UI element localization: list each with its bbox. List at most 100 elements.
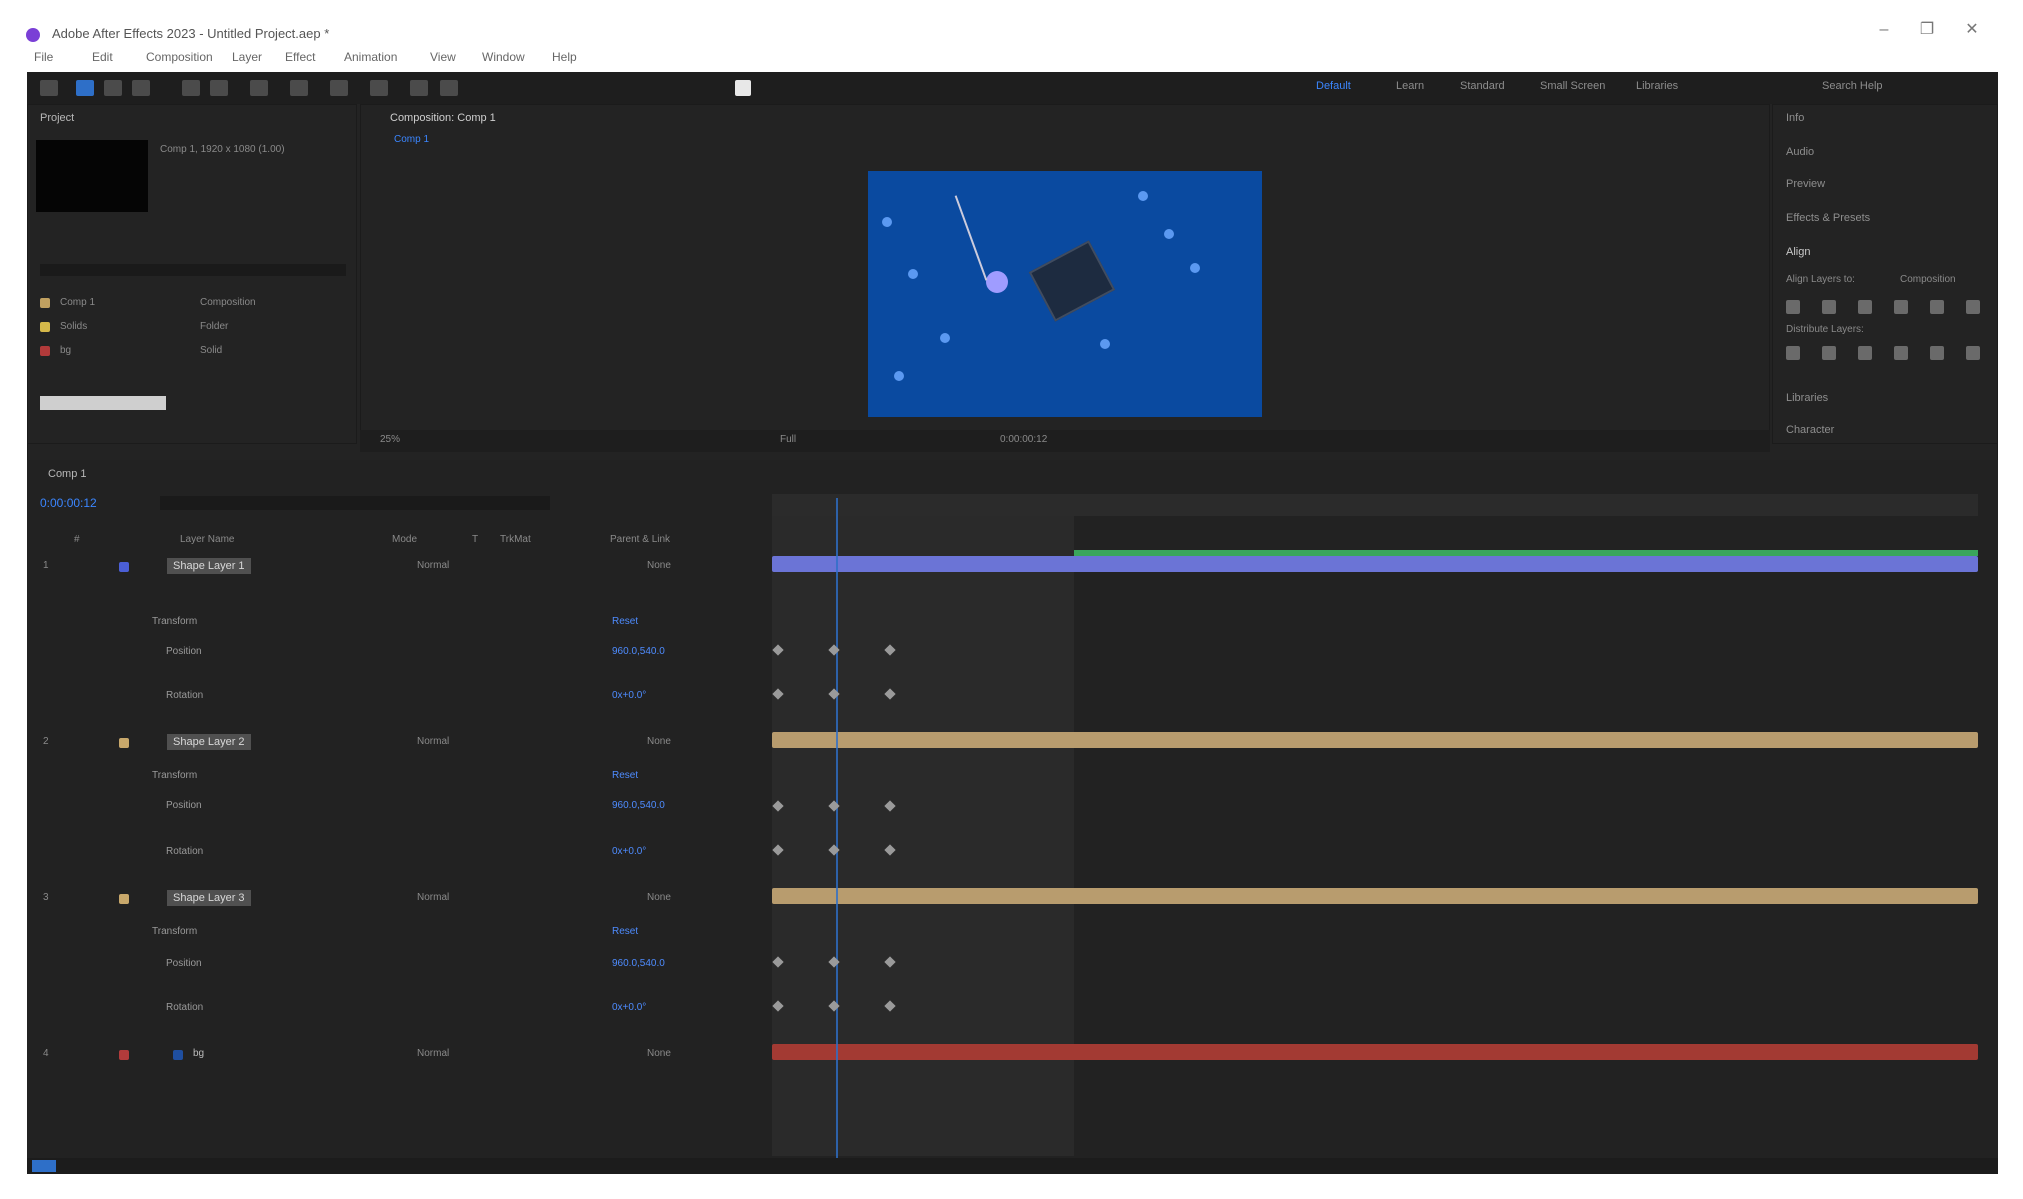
panel-audio[interactable]: Audio — [1786, 146, 1814, 158]
timeline-search-input[interactable] — [160, 496, 550, 510]
tab-composition[interactable]: Composition: Comp 1 — [390, 112, 496, 124]
workspace-libraries[interactable]: Libraries — [1636, 80, 1678, 96]
tab-timeline-comp[interactable]: Comp 1 — [48, 468, 87, 480]
panel-info[interactable]: Info — [1786, 112, 1804, 124]
layer-mode[interactable]: Normal — [417, 560, 449, 571]
workspace-standard[interactable]: Standard — [1460, 80, 1505, 96]
label-color-swatch[interactable] — [119, 738, 129, 748]
layer-name[interactable]: bg — [193, 1048, 204, 1059]
layer-parent[interactable]: None — [647, 1048, 671, 1059]
composition-viewer[interactable] — [868, 171, 1262, 417]
prop-value[interactable]: Reset — [612, 616, 638, 627]
panel-align[interactable]: Align — [1786, 246, 1810, 258]
table-row[interactable]: 4 bg Normal None — [27, 1042, 767, 1070]
close-button[interactable]: ✕ — [1960, 18, 1984, 42]
shape-tool-icon[interactable] — [290, 80, 308, 96]
menu-view[interactable]: View — [430, 50, 456, 64]
quality-select[interactable]: Full — [780, 434, 796, 445]
menu-file[interactable]: File — [34, 50, 53, 64]
label-color-swatch[interactable] — [119, 1050, 129, 1060]
pen-tool-icon[interactable] — [330, 80, 348, 96]
prop-value[interactable]: 960.0,540.0 — [612, 800, 665, 811]
list-item[interactable]: Solids Folder — [40, 318, 346, 338]
menu-effect[interactable]: Effect — [285, 50, 315, 64]
layer-name[interactable]: Shape Layer 1 — [167, 558, 251, 574]
time-ruler[interactable] — [772, 494, 1978, 516]
maximize-button[interactable]: ❐ — [1915, 18, 1939, 42]
zoom-select[interactable]: 25% — [380, 434, 400, 445]
distribute-bottom-icon[interactable] — [1858, 346, 1872, 360]
workspace-learn[interactable]: Learn — [1396, 80, 1424, 96]
minimize-button[interactable]: – — [1872, 18, 1896, 42]
table-row[interactable]: 2 Shape Layer 2 Normal None — [27, 730, 767, 758]
rotate-tool-icon[interactable] — [182, 80, 200, 96]
camera-tool-icon[interactable] — [210, 80, 228, 96]
prop-value[interactable]: 0x+0.0° — [612, 690, 646, 701]
layer-mode[interactable]: Normal — [417, 736, 449, 747]
timeline-timecode[interactable]: 0:00:00:12 — [40, 496, 97, 510]
layer-bar-4[interactable] — [772, 1044, 1978, 1060]
project-search-input[interactable] — [40, 264, 346, 276]
workspace-default[interactable]: Default — [1316, 80, 1351, 96]
menu-help[interactable]: Help — [552, 50, 577, 64]
distribute-right-icon[interactable] — [1966, 346, 1980, 360]
comp-breadcrumb[interactable]: Comp 1 — [394, 134, 429, 145]
align-hcenter-icon[interactable] — [1822, 300, 1836, 314]
layer-mode[interactable]: Normal — [417, 1048, 449, 1059]
panel-effects-presets[interactable]: Effects & Presets — [1786, 212, 1870, 224]
prop-value[interactable]: Reset — [612, 926, 638, 937]
comp-timecode[interactable]: 0:00:00:12 — [1000, 434, 1047, 445]
search-help-field[interactable]: Search Help — [1822, 80, 1883, 96]
selection-tool-icon[interactable] — [76, 80, 94, 96]
snapping-checkbox[interactable] — [735, 80, 751, 96]
playhead[interactable] — [836, 498, 838, 1158]
distribute-hcenter-icon[interactable] — [1930, 346, 1944, 360]
layer-parent[interactable]: None — [647, 892, 671, 903]
list-item[interactable]: bg Solid — [40, 342, 346, 362]
prop-value[interactable]: 0x+0.0° — [612, 1002, 646, 1013]
home-icon[interactable] — [40, 80, 58, 96]
label-color-swatch[interactable] — [119, 562, 129, 572]
label-color-swatch[interactable] — [119, 894, 129, 904]
layer-name[interactable]: Shape Layer 2 — [167, 734, 251, 750]
distribute-top-icon[interactable] — [1786, 346, 1800, 360]
menu-composition[interactable]: Composition — [146, 50, 213, 64]
panel-libraries[interactable]: Libraries — [1786, 392, 1828, 404]
prop-value[interactable]: 0x+0.0° — [612, 846, 646, 857]
type-tool-icon[interactable] — [370, 80, 388, 96]
prop-value[interactable]: Reset — [612, 770, 638, 781]
layer-mode[interactable]: Normal — [417, 892, 449, 903]
prop-value[interactable]: 960.0,540.0 — [612, 958, 665, 969]
align-right-icon[interactable] — [1858, 300, 1872, 314]
align-target-select[interactable]: Composition — [1900, 274, 1956, 285]
tab-project[interactable]: Project — [40, 112, 74, 124]
panel-preview[interactable]: Preview — [1786, 178, 1825, 190]
puppet-tool-icon[interactable] — [440, 80, 458, 96]
toggle-switches-modes-button[interactable] — [32, 1160, 56, 1172]
hand-tool-icon[interactable] — [104, 80, 122, 96]
distribute-vcenter-icon[interactable] — [1822, 346, 1836, 360]
table-row[interactable]: 1 Shape Layer 1 Normal None — [27, 554, 767, 582]
brush-tool-icon[interactable] — [410, 80, 428, 96]
align-top-icon[interactable] — [1894, 300, 1908, 314]
layer-parent[interactable]: None — [647, 560, 671, 571]
menu-animation[interactable]: Animation — [344, 50, 397, 64]
list-item[interactable]: Comp 1 Composition — [40, 294, 346, 314]
distribute-left-icon[interactable] — [1894, 346, 1908, 360]
menu-window[interactable]: Window — [482, 50, 525, 64]
zoom-tool-icon[interactable] — [132, 80, 150, 96]
layer-bar-1[interactable] — [772, 556, 1978, 572]
align-left-icon[interactable] — [1786, 300, 1800, 314]
table-row[interactable]: 3 Shape Layer 3 Normal None — [27, 886, 767, 914]
layer-bar-3[interactable] — [772, 888, 1978, 904]
workspace-small-screen[interactable]: Small Screen — [1540, 80, 1605, 96]
layer-name[interactable]: Shape Layer 3 — [167, 890, 251, 906]
align-bottom-icon[interactable] — [1966, 300, 1980, 314]
menu-layer[interactable]: Layer — [232, 50, 262, 64]
prop-value[interactable]: 960.0,540.0 — [612, 646, 665, 657]
menu-edit[interactable]: Edit — [92, 50, 113, 64]
layer-bar-2[interactable] — [772, 732, 1978, 748]
panel-character[interactable]: Character — [1786, 424, 1834, 436]
align-vcenter-icon[interactable] — [1930, 300, 1944, 314]
layer-parent[interactable]: None — [647, 736, 671, 747]
